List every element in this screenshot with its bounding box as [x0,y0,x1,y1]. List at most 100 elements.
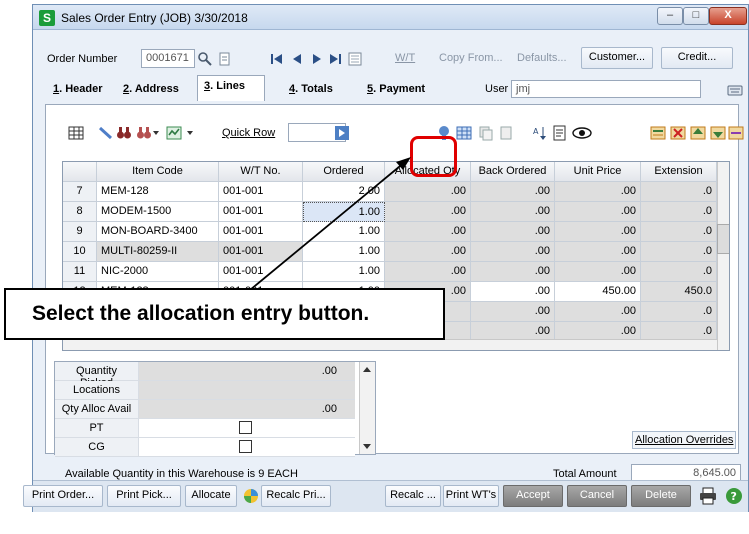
back-ordered-cell: .00 [471,182,555,202]
wt-no-cell[interactable]: 001-001 [219,222,303,242]
item-code-cell[interactable]: NIC-2000 [97,262,219,282]
copy-from-button[interactable]: Copy From... [439,52,503,64]
recalc-button[interactable]: Recalc ... [385,485,441,507]
unit-price-cell[interactable]: .00 [555,262,641,282]
ordered-cell[interactable]: 1.00 [303,242,385,262]
table-row[interactable]: 8 MODEM-1500 001-001 1.00 .00 .00 .00 .0 [63,202,729,222]
tab-address[interactable]: 2. Address [117,79,185,101]
grid-vertical-scrollbar[interactable] [717,162,729,350]
ordered-cell[interactable]: 1.00 [303,262,385,282]
tab-lines[interactable]: 3. Lines [197,75,265,101]
table-row[interactable]: 10 MULTI-80259-II 001-001 1.00 .00 .00 .… [63,242,729,262]
item-code-cell[interactable]: MEM-128 [97,182,219,202]
grid-layout-icon[interactable] [68,125,84,141]
unit-price-cell[interactable]: .00 [555,302,641,322]
grid-scroll-thumb[interactable] [717,224,729,254]
pt-checkbox[interactable] [239,421,252,434]
recalc-pricing-button[interactable]: Recalc Pri... [261,485,331,507]
next-record-icon[interactable] [309,51,325,67]
col-header-ordered[interactable]: Ordered [303,162,385,182]
credit-button[interactable]: Credit... [661,47,733,69]
wt-no-cell[interactable]: 001-001 [219,262,303,282]
last-record-icon[interactable] [327,51,343,67]
view-eye-icon[interactable] [572,125,592,141]
grid-horizontal-scrollbar[interactable] [63,339,717,350]
paste-lines-icon[interactable] [498,125,514,141]
unit-price-cell[interactable]: .00 [555,202,641,222]
back-ordered-cell: .00 [471,222,555,242]
unit-price-cell[interactable]: .00 [555,222,641,242]
minimize-button[interactable]: – [657,7,683,25]
delete-line-icon[interactable] [670,125,686,141]
col-header-item-code[interactable]: Item Code [97,162,219,182]
accept-button[interactable]: Accept [503,485,563,507]
quick-row-go-icon[interactable] [334,125,350,141]
document-icon[interactable] [217,51,233,67]
previous-record-icon[interactable] [289,51,305,67]
table-row[interactable]: 7 MEM-128 001-001 2.00 .00 .00 .00 .0 [63,182,729,202]
customize-lines-icon[interactable] [728,125,744,141]
cancel-button[interactable]: Cancel [567,485,627,507]
dropdown-arrow-icon[interactable] [152,129,160,137]
first-record-icon[interactable] [269,51,285,67]
notes-icon[interactable] [347,51,363,67]
col-header-back-ordered[interactable]: Back Ordered [471,162,555,182]
item-code-cell[interactable]: MULTI-80259-II [97,242,219,262]
tab-totals[interactable]: 4. Totals [283,79,339,101]
insert-line-icon[interactable] [650,125,666,141]
close-button[interactable]: X [709,7,747,25]
wt-button[interactable]: W/T [395,52,415,64]
cg-checkbox[interactable] [239,440,252,453]
search-icon[interactable] [197,51,213,67]
item-code-cell[interactable]: MODEM-1500 [97,202,219,222]
unit-price-cell[interactable]: 450.00 [555,282,641,302]
wt-no-cell[interactable]: 001-001 [219,182,303,202]
move-line-up-icon[interactable] [690,125,706,141]
table-row[interactable]: 9 MON-BOARD-3400 001-001 1.00 .00 .00 .0… [63,222,729,242]
back-ordered-cell: .00 [471,262,555,282]
scroll-down-icon[interactable] [361,440,373,452]
order-number-field[interactable]: 0001671 [141,49,195,68]
ordered-cell[interactable]: 2.00 [303,182,385,202]
unit-price-cell[interactable]: .00 [555,242,641,262]
delete-button[interactable]: Delete [631,485,691,507]
filter-dropdown-icon[interactable] [186,129,194,137]
allocate-button[interactable]: Allocate [185,485,237,507]
maximize-button[interactable]: □ [683,7,709,25]
print-pick-button[interactable]: Print Pick... [107,485,181,507]
recalc-pricing-icon[interactable] [243,488,259,504]
sales-order-entry-window: S Sales Order Entry (JOB) 3/30/2018 – □ … [23,4,749,512]
ordered-cell[interactable]: 1.00 [303,222,385,242]
col-header-wt-no[interactable]: W/T No. [219,162,303,182]
allocation-overrides-button[interactable]: Allocation Overrides [632,431,737,449]
copy-lines-icon[interactable] [478,125,494,141]
printer-icon[interactable] [699,487,717,505]
keyboard-icon[interactable] [727,82,743,98]
unit-price-cell[interactable]: .00 [555,182,641,202]
allocation-entry-icon[interactable] [456,125,472,141]
wt-no-cell[interactable]: 001-001 [219,242,303,262]
defaults-button[interactable]: Defaults... [517,52,567,64]
customer-button[interactable]: Customer... [581,47,653,69]
move-line-down-icon[interactable] [710,125,726,141]
item-code-cell[interactable]: MON-BOARD-3400 [97,222,219,242]
row-number: 10 [63,242,97,262]
user-field[interactable]: jmj [511,80,701,98]
memo-icon[interactable] [552,125,568,141]
print-order-button[interactable]: Print Order... [23,485,103,507]
print-wts-button[interactable]: Print WT's [443,485,499,507]
tab-payment[interactable]: 5. Payment [361,79,431,101]
tab-header[interactable]: 1. Header [47,79,109,101]
help-icon[interactable]: ? [725,487,743,505]
binoculars-icon[interactable] [116,125,132,141]
col-header-unit-price[interactable]: Unit Price [555,162,641,182]
wt-no-cell[interactable]: 001-001 [219,202,303,222]
scroll-up-icon[interactable] [361,364,373,376]
sort-icon[interactable]: A [532,125,548,141]
col-header-extension[interactable]: Extension [641,162,717,182]
link-icon[interactable] [98,125,114,141]
find-next-icon[interactable] [136,125,152,141]
table-row[interactable]: 11 NIC-2000 001-001 1.00 .00 .00 .00 .0 [63,262,729,282]
ordered-cell[interactable]: 1.00 [303,202,385,222]
filter-icon[interactable] [166,125,182,141]
